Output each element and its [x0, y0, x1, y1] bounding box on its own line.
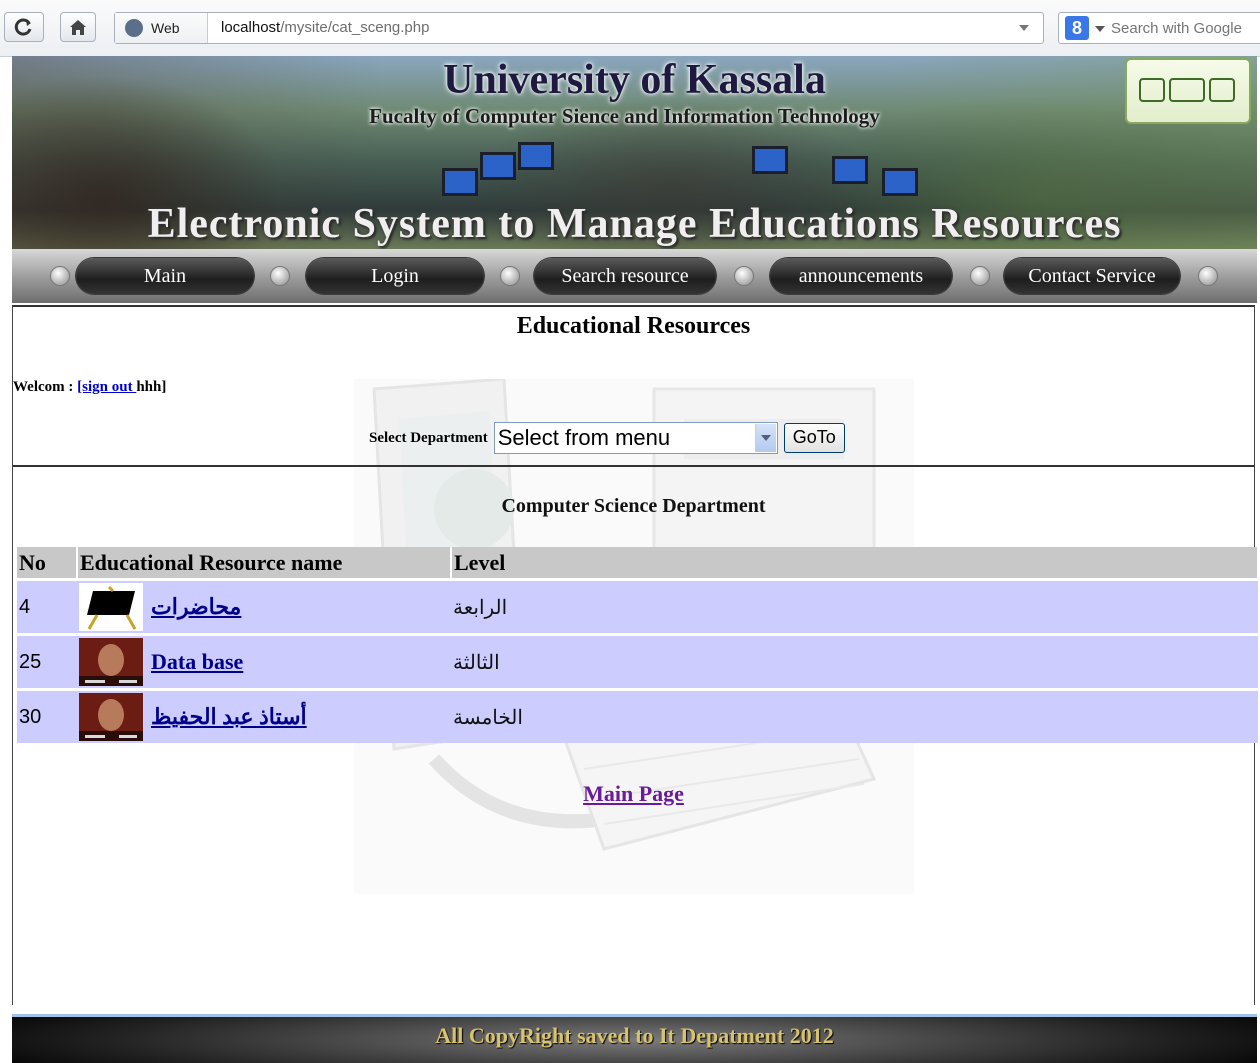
- site-identity-label: Web: [151, 20, 180, 36]
- header-banner: University of Kassala Fucalty of Compute…: [12, 56, 1257, 249]
- url-host: localhost: [221, 19, 281, 36]
- nav-main[interactable]: Main: [76, 258, 254, 294]
- department-heading: Computer Science Department: [501, 495, 766, 517]
- header-no: No: [17, 547, 78, 580]
- nav-knob: [270, 266, 290, 286]
- row-no: 25: [17, 633, 77, 690]
- main-page-link-wrap: Main Page: [13, 781, 1254, 807]
- nav-contact-service[interactable]: Contact Service: [1004, 258, 1180, 294]
- url-text[interactable]: localhost/mysite/cat_sceng.php: [221, 19, 429, 36]
- page-frame: University of Kassala Fucalty of Compute…: [12, 56, 1259, 1063]
- row-no: 4: [17, 578, 77, 635]
- search-input[interactable]: [1111, 14, 1260, 42]
- resource-link[interactable]: أستاذ عبد الحفيظ: [151, 704, 307, 729]
- nav-login[interactable]: Login: [306, 258, 484, 294]
- faculty-name: Fucalty of Computer Sience and Informati…: [369, 104, 880, 128]
- header-level: Level: [451, 547, 1259, 580]
- main-page-link[interactable]: Main Page: [583, 781, 684, 806]
- nav-knob: [734, 266, 754, 286]
- portrait-thumbnail: [79, 638, 143, 686]
- nav-search-resource[interactable]: Search resource: [534, 258, 716, 294]
- nav-knob: [50, 266, 70, 286]
- footer: All CopyRight saved to It Depatment 2012: [12, 1014, 1257, 1063]
- resource-link[interactable]: Data base: [151, 649, 243, 674]
- url-path: /mysite/cat_sceng.php: [280, 19, 430, 36]
- select-department-label: Select Department: [369, 429, 488, 446]
- home-icon: [70, 20, 86, 35]
- nav-knob: [1198, 266, 1218, 286]
- username: hhh]: [136, 379, 167, 395]
- welcome-line: Welcom : [sign out hhh]: [13, 379, 166, 396]
- blackboard-icon: [79, 583, 143, 631]
- search-box[interactable]: 8: [1058, 12, 1260, 44]
- page-title: Educational Resources: [516, 313, 751, 339]
- site-identity[interactable]: Web: [115, 13, 208, 43]
- table-row: 25 Data base الثالثة: [17, 633, 1258, 690]
- portrait-thumbnail: [79, 693, 143, 741]
- browser-toolbar: Web localhost/mysite/cat_sceng.php 8: [0, 0, 1260, 57]
- reload-button[interactable]: [4, 12, 44, 42]
- university-name: University of Kassala: [443, 57, 826, 103]
- header-resource-name: Educational Resource name: [77, 547, 452, 580]
- section-divider: [13, 465, 1254, 467]
- resources-table: No Educational Resource name Level 4 محا…: [17, 547, 1259, 743]
- chevron-down-icon[interactable]: [754, 424, 776, 452]
- nav-announcements[interactable]: announcements: [770, 258, 952, 294]
- footer-copyright: All CopyRight saved to It Depatment 2012: [435, 1023, 834, 1048]
- row-level: الثالثة: [451, 633, 1258, 690]
- row-resource: Data base: [77, 633, 451, 690]
- system-name: Electronic System to Manage Educations R…: [147, 201, 1122, 247]
- department-select-value: Select from menu: [497, 425, 671, 450]
- google-icon[interactable]: 8: [1065, 16, 1089, 40]
- main-nav: Main Login Search resource announcements…: [12, 249, 1257, 303]
- row-level: الخامسة: [451, 688, 1258, 743]
- goto-button[interactable]: GoTo: [783, 423, 845, 453]
- home-button[interactable]: [60, 12, 96, 42]
- content-area: Educational Resources Welcom : [sign out…: [12, 305, 1259, 1005]
- welcome-label: Welcom :: [13, 379, 78, 395]
- department-selector: Select Department Select from menu GoTo: [369, 421, 845, 455]
- address-bar[interactable]: Web localhost/mysite/cat_sceng.php: [114, 12, 1044, 44]
- sign-out-link[interactable]: [sign out: [77, 379, 136, 395]
- globe-icon: [125, 19, 143, 37]
- table-row: 4 محاضرات الرابعة: [17, 578, 1258, 635]
- table-row: 30 أستاذ عبد الحفيظ الخامسة: [17, 688, 1258, 743]
- row-resource: محاضرات: [77, 578, 451, 635]
- url-dropdown-icon[interactable]: [1019, 25, 1029, 31]
- reload-icon: [14, 18, 32, 36]
- search-engine-dropdown-icon[interactable]: [1095, 26, 1105, 32]
- table-header-row: No Educational Resource name Level: [17, 547, 1259, 580]
- row-resource: أستاذ عبد الحفيظ: [77, 688, 451, 743]
- nav-knob: [500, 266, 520, 286]
- row-no: 30: [17, 688, 77, 743]
- nav-knob: [970, 266, 990, 286]
- row-level: الرابعة: [451, 578, 1258, 635]
- department-select[interactable]: Select from menu: [493, 422, 778, 454]
- banner-photo: [442, 168, 478, 196]
- resource-link[interactable]: محاضرات: [151, 594, 241, 619]
